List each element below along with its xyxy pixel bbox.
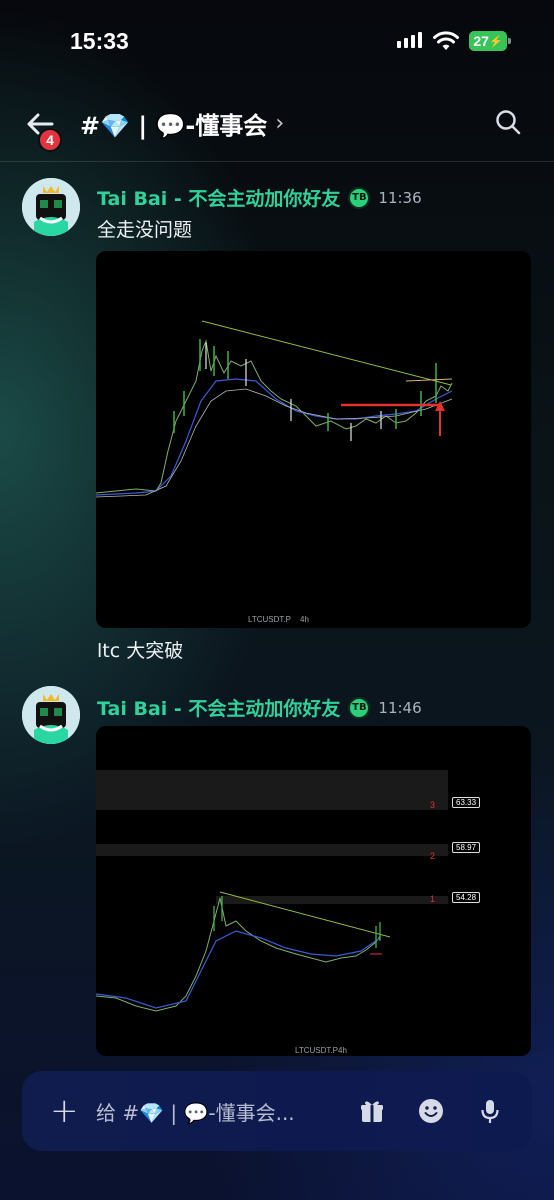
author-name[interactable]: Tai Bai - 不会主动加你好友 [97,694,340,721]
emoji-icon[interactable] [417,1097,445,1125]
role-badge-icon: TB [348,696,371,719]
gift-icon[interactable] [358,1097,386,1125]
avatar[interactable] [22,178,80,236]
avatar[interactable] [22,686,80,744]
price-tag: 63.33 [452,797,481,808]
message-header: Tai Bai - 不会主动加你好友 TB 11:36 [97,184,422,211]
chart-image[interactable]: 3 2 1 63.33 58.97 54.28 LTCUSDT.P 4h [96,726,531,1056]
microphone-icon[interactable] [476,1097,504,1125]
plus-icon[interactable]: + [50,1091,79,1131]
channel-name: #💎 | 💬-懂事会 [80,112,268,140]
battery-indicator: 27 ⚡ [469,31,511,51]
message-timestamp: 11:46 [378,698,422,717]
message-timestamp: 11:36 [378,188,422,207]
role-badge-icon: TB [348,186,371,209]
message-text: 全走没问题 [97,219,193,241]
chart-symbol-label: LTCUSDT.P [295,1046,338,1055]
channel-title[interactable]: #💎 | 💬-懂事会 › [80,106,284,141]
chart-interval-label: 4h [338,1046,347,1055]
message-caption: ltc 大突破 [97,640,184,662]
chart-interval-label: 4h [300,615,309,624]
search-icon[interactable] [494,108,522,136]
level-marker-3: 3 [430,800,435,810]
author-name[interactable]: Tai Bai - 不会主动加你好友 [97,184,340,211]
candlestick-chart: 3 2 1 [96,770,448,1012]
level-marker-2: 2 [430,851,435,861]
price-tag: 58.97 [452,842,481,853]
chart-symbol-label: LTCUSDT.P [248,615,291,624]
wifi-icon [433,31,459,50]
status-bar: 15:33 27 ⚡ [0,0,554,84]
channel-header: 4 #💎 | 💬-懂事会 › [0,84,554,162]
price-tag: 54.28 [452,892,481,903]
unread-badge: 4 [38,128,62,152]
battery-level: 27 [473,33,489,49]
status-time: 15:33 [70,28,129,54]
message-input[interactable]: 给 #💎 | 💬-懂事会... [96,1097,295,1126]
chart-image[interactable]: LTCUSDT.P 4h [96,251,531,628]
message-composer: + 给 #💎 | 💬-懂事会... [22,1071,532,1151]
cellular-signal-icon [397,32,422,48]
chevron-right-icon: › [275,111,285,136]
message-header: Tai Bai - 不会主动加你好友 TB 11:46 [97,694,422,721]
level-marker-1: 1 [430,894,435,904]
candlestick-chart [96,320,453,498]
